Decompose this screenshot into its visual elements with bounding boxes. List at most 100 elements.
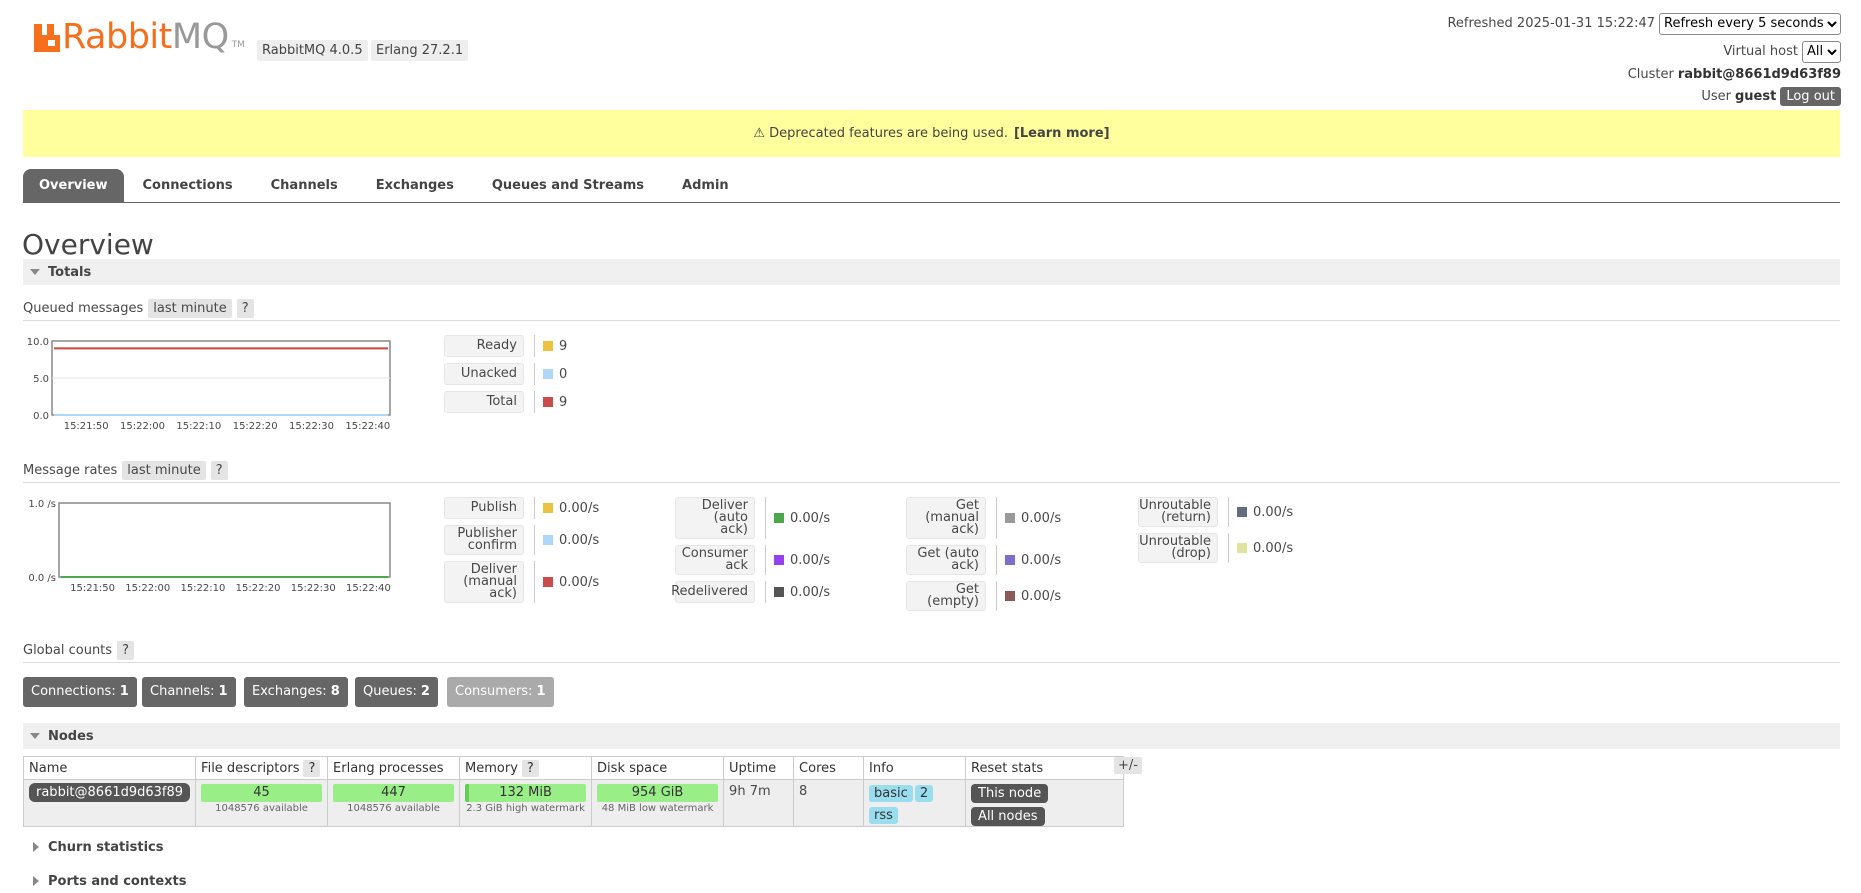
reset-cell: This node All nodes <box>965 779 1125 827</box>
learn-more-link[interactable]: [Learn more] <box>1014 126 1110 141</box>
info-chip-basic[interactable]: basic <box>869 785 913 802</box>
queues-count[interactable]: Queues: 2 <box>355 677 438 707</box>
legend-swatch[interactable] <box>543 535 553 545</box>
tab-admin[interactable]: Admin <box>663 169 748 203</box>
churn-statistics-toggle[interactable]: Churn statistics <box>23 834 1840 860</box>
queued-messages-label: Queued messages <box>23 301 144 316</box>
connections-count[interactable]: Connections: 1 <box>23 677 137 707</box>
rabbitmq-logo: RabbitMQ TM <box>34 20 245 55</box>
nodes-section-toggle[interactable]: Nodes <box>23 723 1840 749</box>
y-tick-label: 1.0 /s <box>28 499 56 510</box>
info-cell: basic 2 rss <box>863 779 967 827</box>
legend-value: 0.00/s <box>1005 553 1061 568</box>
reset-this-node-button[interactable]: This node <box>971 784 1049 803</box>
fd-cell: 45 1048576 available <box>195 779 329 827</box>
legend-swatch[interactable] <box>1237 543 1247 553</box>
legend-label: Publisher confirm <box>444 525 524 555</box>
channels-count[interactable]: Channels: 1 <box>142 677 236 707</box>
node-name-link[interactable]: rabbit@8661d9d63f89 <box>29 783 191 802</box>
x-tick-label: 15:22:40 <box>346 583 391 594</box>
legend-value: 0.00/s <box>1237 541 1293 556</box>
tab-overview[interactable]: Overview <box>23 169 124 203</box>
legend-value: 0.00/s <box>774 511 830 526</box>
memory-gauge: 132 MiB <box>465 784 587 802</box>
col-cores: Cores <box>793 756 865 780</box>
legend-label: Total <box>444 391 524 413</box>
vhost-select[interactable]: All <box>1802 40 1841 63</box>
col-erlang-processes: Erlang processes <box>327 756 461 780</box>
legend-value: 0.00/s <box>774 585 830 600</box>
legend-swatch[interactable] <box>774 555 784 565</box>
legend-label: Unroutable (drop) <box>1138 533 1218 563</box>
legend-swatch[interactable] <box>543 341 553 351</box>
legend-separator <box>996 545 997 575</box>
legend-separator <box>1228 533 1229 563</box>
legend-value: 0.00/s <box>543 575 599 590</box>
disk-cell: 954 GiB 48 MiB low watermark <box>591 779 725 827</box>
reset-all-nodes-button[interactable]: All nodes <box>971 807 1045 826</box>
legend-swatch[interactable] <box>543 397 553 407</box>
info-chip-count[interactable]: 2 <box>914 785 934 802</box>
rates-range-selector[interactable]: last minute <box>122 461 206 480</box>
x-tick-label: 15:22:20 <box>233 421 278 432</box>
memory-help-icon[interactable]: ? <box>521 759 539 777</box>
tab-connections[interactable]: Connections <box>124 169 252 203</box>
churn-statistics-title: Churn statistics <box>48 839 164 855</box>
logout-button[interactable]: Log out <box>1780 86 1841 106</box>
y-tick-label: 5.0 <box>33 374 49 385</box>
legend-label: Get (manual ack) <box>906 497 986 539</box>
legend-separator <box>765 545 766 575</box>
queued-help-icon[interactable]: ? <box>236 299 254 318</box>
legend-swatch[interactable] <box>1005 555 1015 565</box>
x-tick-label: 15:22:20 <box>236 583 281 594</box>
y-tick-label: 0.0 <box>33 411 49 422</box>
legend-swatch[interactable] <box>1005 513 1015 523</box>
legend-swatch[interactable] <box>1237 507 1247 517</box>
deprecation-warning: ⚠ Deprecated features are being used. [L… <box>23 110 1840 157</box>
totals-section-toggle[interactable]: Totals <box>23 259 1840 285</box>
legend-label: Unroutable (return) <box>1138 497 1218 527</box>
proc-cell: 447 1048576 available <box>327 779 461 827</box>
legend-row: Publisher confirm 0.00/s <box>444 525 599 555</box>
info-chip-rss[interactable]: rss <box>869 807 898 824</box>
rates-help-icon[interactable]: ? <box>210 461 228 480</box>
cores-cell: 8 <box>793 779 865 827</box>
fd-help-icon[interactable]: ? <box>303 759 321 777</box>
consumers-count[interactable]: Consumers: 1 <box>447 677 554 707</box>
rates-legend-col3: Get (manual ack) 0.00/s Get (auto ack) 0.00… <box>906 497 1061 617</box>
queued-messages-header: Queued messages last minute ? <box>23 297 1840 321</box>
legend-swatch[interactable] <box>543 503 553 513</box>
rabbit-logo-icon <box>34 24 60 52</box>
tab-exchanges[interactable]: Exchanges <box>357 169 473 203</box>
status-panel: Refreshed 2025-01-31 15:22:47 Refresh ev… <box>1447 12 1841 106</box>
tab-channels[interactable]: Channels <box>252 169 357 203</box>
uptime-cell: 9h 7m <box>723 779 795 827</box>
legend-swatch[interactable] <box>543 369 553 379</box>
legend-separator <box>534 497 535 519</box>
nodes-table: Name File descriptors? Erlang processes … <box>22 756 1125 827</box>
legend-row: Unroutable (return) 0.00/s <box>1138 497 1293 527</box>
column-toggle-button[interactable]: +/- <box>1114 757 1142 774</box>
legend-label: Get (empty) <box>906 581 986 611</box>
legend-label: Unacked <box>444 363 524 385</box>
legend-row: Get (manual ack) 0.00/s <box>906 497 1061 539</box>
rates-chart-svg: 0.0 /s 1.0 /s 15:21:50 15:22:00 15:22:10 15:2… <box>28 499 391 594</box>
col-uptime: Uptime <box>723 756 795 780</box>
ports-contexts-toggle[interactable]: Ports and contexts <box>23 870 1840 892</box>
legend-swatch[interactable] <box>774 587 784 597</box>
global-counts-help-icon[interactable]: ? <box>117 641 134 660</box>
queued-range-selector[interactable]: last minute <box>148 299 232 318</box>
nodes-title: Nodes <box>48 728 94 744</box>
legend-value: 0.00/s <box>1237 505 1293 520</box>
legend-separator <box>996 497 997 539</box>
exchanges-count[interactable]: Exchanges: 8 <box>244 677 348 707</box>
y-tick-label: 10.0 <box>27 337 49 348</box>
legend-value: 9 <box>543 339 567 354</box>
tab-queues-streams[interactable]: Queues and Streams <box>473 169 663 203</box>
legend-swatch[interactable] <box>1005 591 1015 601</box>
refresh-interval-select[interactable]: Refresh every 5 seconds <box>1659 12 1841 35</box>
legend-swatch[interactable] <box>543 577 553 587</box>
legend-swatch[interactable] <box>774 513 784 523</box>
y-tick-label: 0.0 /s <box>28 573 56 584</box>
disk-gauge: 954 GiB <box>597 784 719 802</box>
